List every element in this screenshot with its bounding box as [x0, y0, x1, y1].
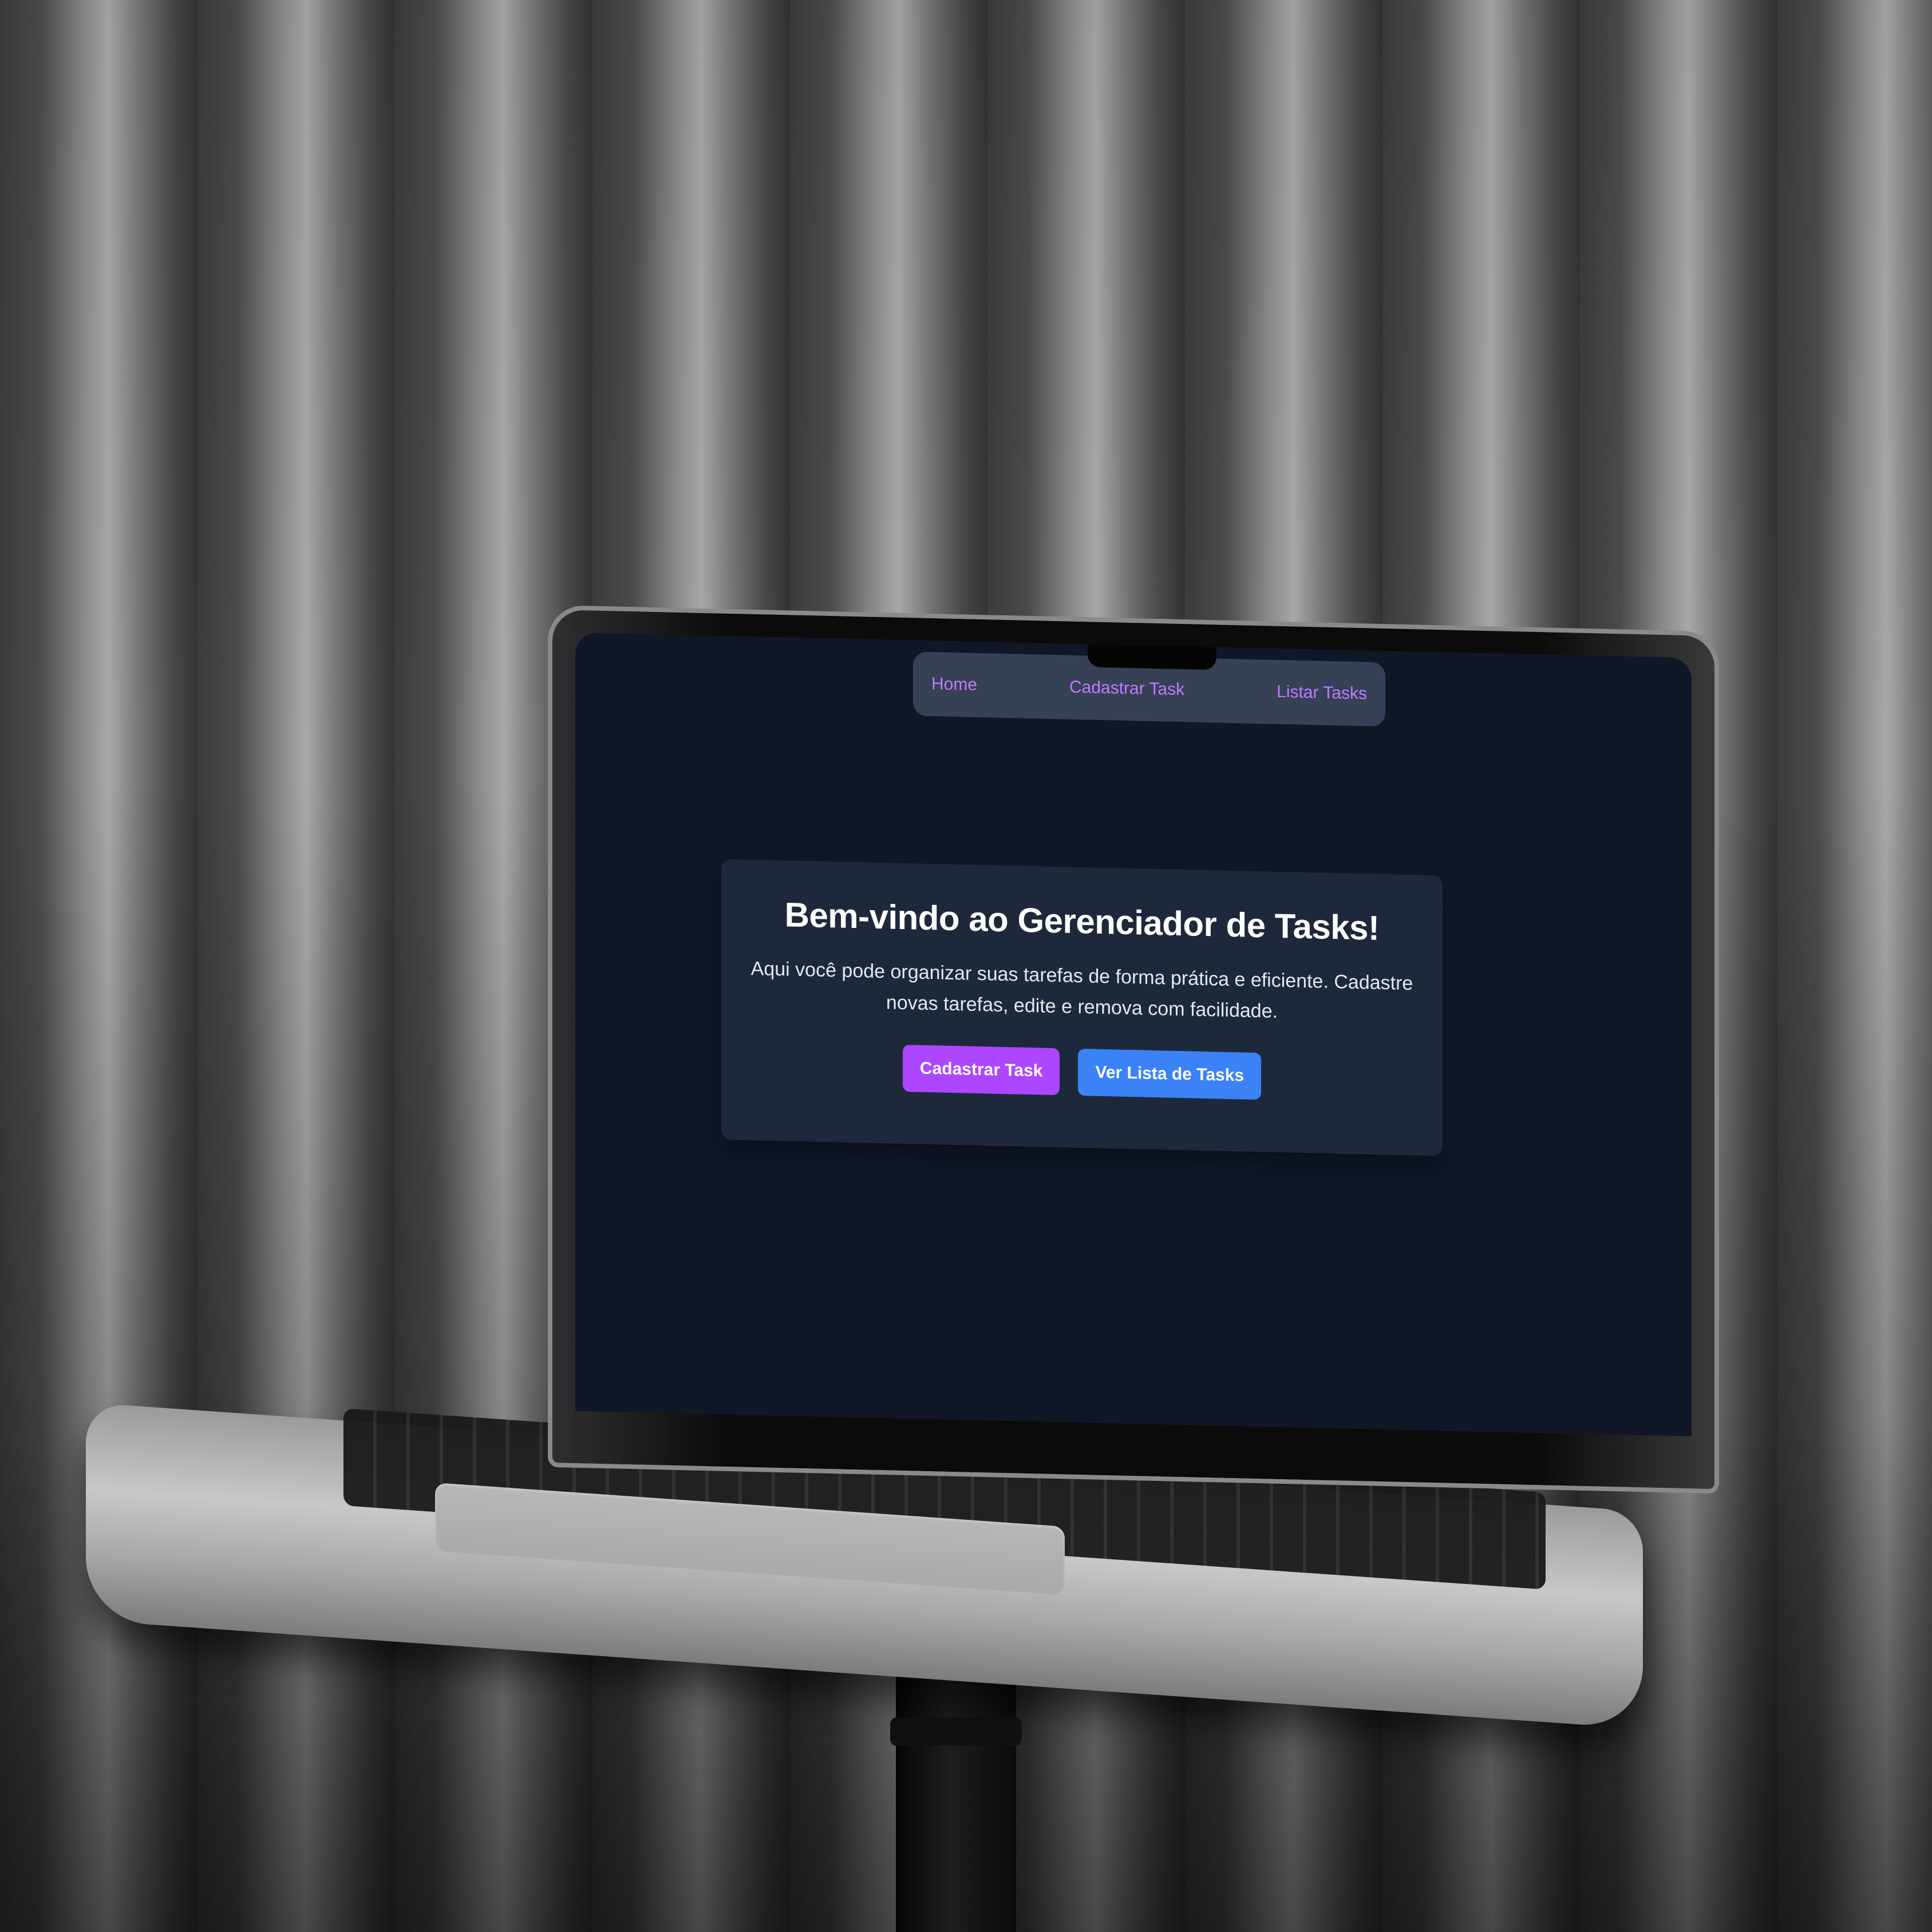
stand-pole [896, 1649, 1016, 1932]
nav-link-home[interactable]: Home [931, 674, 977, 695]
welcome-actions: Cadastrar Task Ver Lista de Tasks [721, 1041, 1443, 1104]
nav-link-cadastrar-task[interactable]: Cadastrar Task [1069, 678, 1184, 700]
laptop-screen: Home Cadastrar Task Listar Tasks Bem-vin… [575, 633, 1692, 1437]
stand-ring [890, 1717, 1022, 1746]
cadastrar-task-button[interactable]: Cadastrar Task [902, 1044, 1060, 1096]
welcome-description: Aqui você pode organizar suas tarefas de… [750, 957, 1413, 1022]
welcome-card: Bem-vindo ao Gerenciador de Tasks! Aqui … [721, 859, 1443, 1156]
welcome-title: Bem-vindo ao Gerenciador de Tasks! [784, 895, 1380, 947]
ver-lista-tasks-button[interactable]: Ver Lista de Tasks [1078, 1048, 1262, 1100]
nav-link-listar-tasks[interactable]: Listar Tasks [1277, 682, 1367, 704]
camera-notch [1088, 644, 1216, 670]
